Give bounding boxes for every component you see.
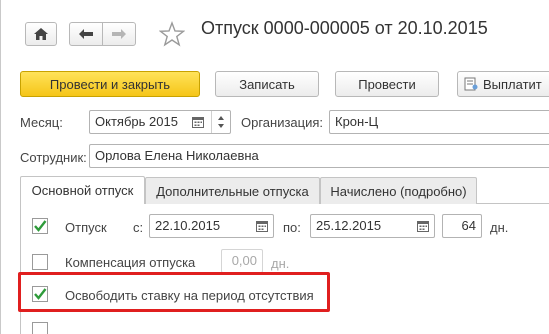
payment-document-icon bbox=[464, 77, 478, 91]
page-title: Отпуск 0000-000005 от 20.10.2015 bbox=[201, 18, 488, 38]
employee-label: Сотрудник: bbox=[20, 150, 87, 165]
pay-button[interactable]: Выплатит bbox=[457, 71, 549, 97]
post-button[interactable]: Провести bbox=[335, 71, 439, 97]
month-value: Октябрь 2015 bbox=[95, 114, 178, 129]
stepper-arrows-icon bbox=[218, 116, 224, 128]
vacation-from-calendar-button[interactable] bbox=[253, 215, 271, 237]
back-button[interactable] bbox=[69, 22, 103, 46]
post-and-close-button[interactable]: Провести и закрыть bbox=[20, 71, 200, 97]
pay-button-label: Выплатит bbox=[483, 76, 542, 92]
forward-button[interactable] bbox=[102, 22, 136, 46]
vacation-label: Отпуск bbox=[65, 220, 107, 235]
organization-value: Крон-Ц bbox=[335, 114, 379, 129]
employee-input[interactable]: Орлова Елена Николаевна bbox=[89, 144, 549, 168]
arrow-left-icon bbox=[79, 29, 93, 39]
home-button[interactable] bbox=[25, 22, 57, 46]
favorite-star-icon[interactable] bbox=[158, 21, 186, 47]
vacation-from-label: с: bbox=[133, 220, 144, 235]
calendar-icon bbox=[417, 221, 429, 232]
vacation-days-unit: дн. bbox=[490, 220, 509, 235]
calendar-icon bbox=[256, 221, 268, 232]
next-row-checkbox-partial bbox=[32, 322, 48, 334]
tab-accrued-details[interactable]: Начислено (подробно) bbox=[320, 177, 477, 204]
compensation-days-value: 0,00 bbox=[231, 253, 257, 268]
compensation-days-unit: дн. bbox=[271, 256, 290, 271]
compensation-label: Компенсация отпуска bbox=[65, 255, 196, 270]
arrow-right-icon bbox=[112, 29, 126, 39]
compensation-checkbox[interactable] bbox=[32, 254, 48, 270]
compensation-days-input: 0,00 bbox=[221, 249, 263, 273]
check-mark-icon bbox=[34, 220, 47, 232]
organization-label: Организация: bbox=[241, 115, 324, 130]
vacation-to-calendar-button[interactable] bbox=[414, 215, 432, 237]
save-button[interactable]: Записать bbox=[215, 71, 319, 97]
vacation-checkbox[interactable] bbox=[32, 218, 48, 234]
home-icon bbox=[34, 28, 48, 40]
employee-value: Орлова Елена Николаевна bbox=[95, 148, 259, 163]
free-rate-label: Освободить ставку на период отсутствия bbox=[65, 288, 314, 303]
month-label: Месяц: bbox=[20, 115, 63, 130]
tab-main-vacation[interactable]: Основной отпуск bbox=[20, 176, 145, 204]
month-calendar-button[interactable] bbox=[189, 111, 207, 133]
vacation-days-input[interactable]: 64 bbox=[442, 214, 482, 238]
tab-additional-vacations[interactable]: Дополнительные отпуска bbox=[145, 177, 320, 204]
month-input[interactable]: Октябрь 2015 bbox=[89, 110, 231, 134]
month-stepper[interactable] bbox=[211, 111, 229, 133]
vacation-to-label: по: bbox=[283, 220, 301, 235]
vacation-to-value: 25.12.2015 bbox=[316, 218, 382, 233]
document-window: Отпуск 0000-000005 от 20.10.2015 Провест… bbox=[0, 0, 549, 334]
calendar-icon bbox=[192, 117, 204, 128]
free-rate-checkbox[interactable] bbox=[32, 286, 48, 302]
vacation-days-value: 64 bbox=[461, 218, 476, 233]
vacation-from-value: 22.10.2015 bbox=[155, 218, 221, 233]
check-mark-icon bbox=[34, 288, 47, 300]
organization-input[interactable]: Крон-Ц bbox=[329, 110, 549, 134]
